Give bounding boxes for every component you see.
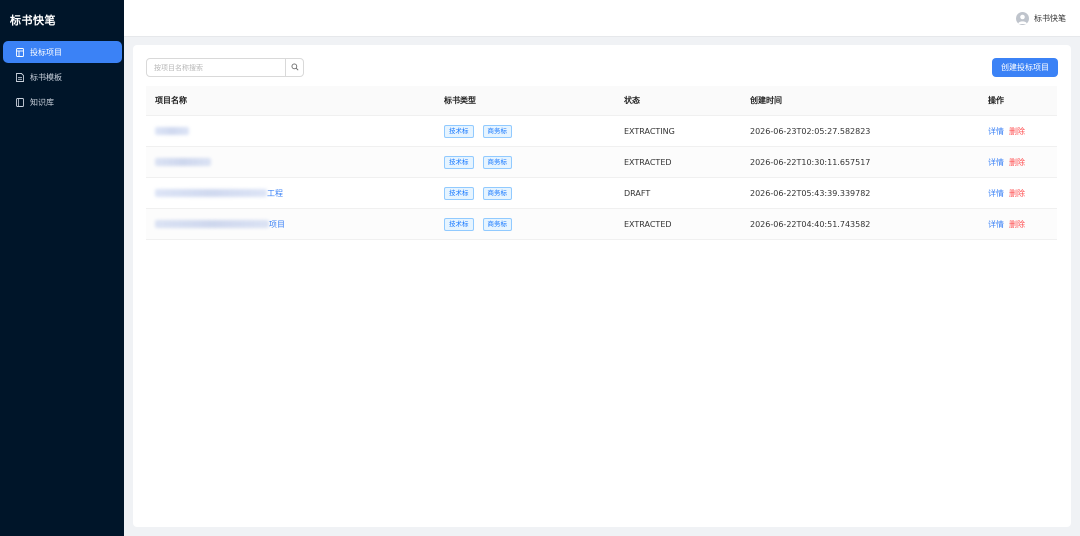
search-input[interactable] <box>147 59 285 76</box>
created-time: 2026-06-22T04:40:51.743582 <box>750 219 871 229</box>
tag-business: 商务标 <box>482 155 512 169</box>
delete-link[interactable]: 删除 <box>1009 220 1025 229</box>
tag-technical: 技术标 <box>444 217 474 231</box>
redacted-text <box>155 127 189 135</box>
detail-link[interactable]: 详情 <box>988 220 1004 229</box>
create-project-button[interactable]: 创建投标项目 <box>992 58 1058 77</box>
tag-business: 商务标 <box>482 186 512 200</box>
sidebar: 标书快笔 投标项目 标书模板 知识库 <box>0 0 124 536</box>
main-content: 创建投标项目 项目名称 标书类型 状态 创建时间 操作 技术标商务标 EXTRA… <box>133 45 1071 527</box>
column-header-created: 创建时间 <box>750 96 782 105</box>
tag-business: 商务标 <box>482 217 512 231</box>
sidebar-item-templates[interactable]: 标书模板 <box>3 66 122 88</box>
status-text: EXTRACTED <box>624 219 672 229</box>
sidebar-item-label: 知识库 <box>30 97 54 107</box>
tag-technical: 技术标 <box>444 155 474 169</box>
book-icon <box>16 97 24 107</box>
project-name-link[interactable] <box>155 158 211 167</box>
search-box <box>146 58 304 77</box>
sidebar-item-label: 标书模板 <box>30 72 62 82</box>
column-header-type: 标书类型 <box>444 96 476 105</box>
project-name-link[interactable]: 工程 <box>155 188 283 199</box>
folder-icon <box>16 47 24 57</box>
table-header: 项目名称 标书类型 状态 创建时间 操作 <box>146 86 1057 116</box>
redacted-text <box>155 220 269 228</box>
status-text: EXTRACTING <box>624 126 675 136</box>
created-time: 2026-06-22T05:43:39.339782 <box>750 188 871 198</box>
detail-link[interactable]: 详情 <box>988 158 1004 167</box>
status-text: EXTRACTED <box>624 157 672 167</box>
tag-business: 商务标 <box>482 124 512 138</box>
tag-technical: 技术标 <box>444 186 474 200</box>
sidebar-item-bid-projects[interactable]: 投标项目 <box>3 41 122 63</box>
user-name: 标书快笔 <box>1034 14 1066 23</box>
top-header: 标书快笔 <box>124 0 1080 37</box>
projects-table: 项目名称 标书类型 状态 创建时间 操作 技术标 商务标 EXTRACTING 2… <box>146 86 1057 240</box>
detail-link[interactable]: 详情 <box>988 127 1004 136</box>
search-button[interactable] <box>285 59 303 76</box>
delete-link[interactable]: 删除 <box>1009 158 1025 167</box>
search-icon <box>291 63 299 73</box>
delete-link[interactable]: 删除 <box>1009 127 1025 136</box>
sidebar-item-label: 投标项目 <box>30 47 62 57</box>
sidebar-item-knowledge-base[interactable]: 知识库 <box>3 91 122 113</box>
project-name-link[interactable]: 项目 <box>155 219 285 230</box>
column-header-actions: 操作 <box>988 96 1004 105</box>
redacted-text <box>155 189 267 197</box>
column-header-name: 项目名称 <box>155 96 187 105</box>
project-name-link[interactable] <box>155 127 189 136</box>
file-icon <box>16 72 24 82</box>
status-text: DRAFT <box>624 188 651 198</box>
table-row: 技术标 商务标 EXTRACTING 2026-06-23T02:05:27.58… <box>146 116 1057 147</box>
created-time: 2026-06-23T02:05:27.582823 <box>750 126 871 136</box>
table-row: 工程 技术标 商务标 DRAFT 2026-06-22T05:43:39.3397… <box>146 178 1057 209</box>
delete-link[interactable]: 删除 <box>1009 189 1025 198</box>
table-row: 技术标 商务标 EXTRACTED 2026-06-22T10:30:11.657… <box>146 147 1057 178</box>
table-row: 项目 技术标 商务标 EXTRACTED 2026-06-22T04:40:51.… <box>146 209 1057 240</box>
user-menu[interactable]: 标书快笔 <box>1016 12 1066 25</box>
sidebar-nav: 投标项目 标书模板 知识库 <box>3 41 122 116</box>
redacted-text <box>155 158 211 166</box>
tag-technical: 技术标 <box>444 124 474 138</box>
avatar <box>1016 12 1029 25</box>
detail-link[interactable]: 详情 <box>988 189 1004 198</box>
app-logo: 标书快笔 <box>10 14 56 27</box>
created-time: 2026-06-22T10:30:11.657517 <box>750 157 871 167</box>
column-header-status: 状态 <box>624 96 640 105</box>
